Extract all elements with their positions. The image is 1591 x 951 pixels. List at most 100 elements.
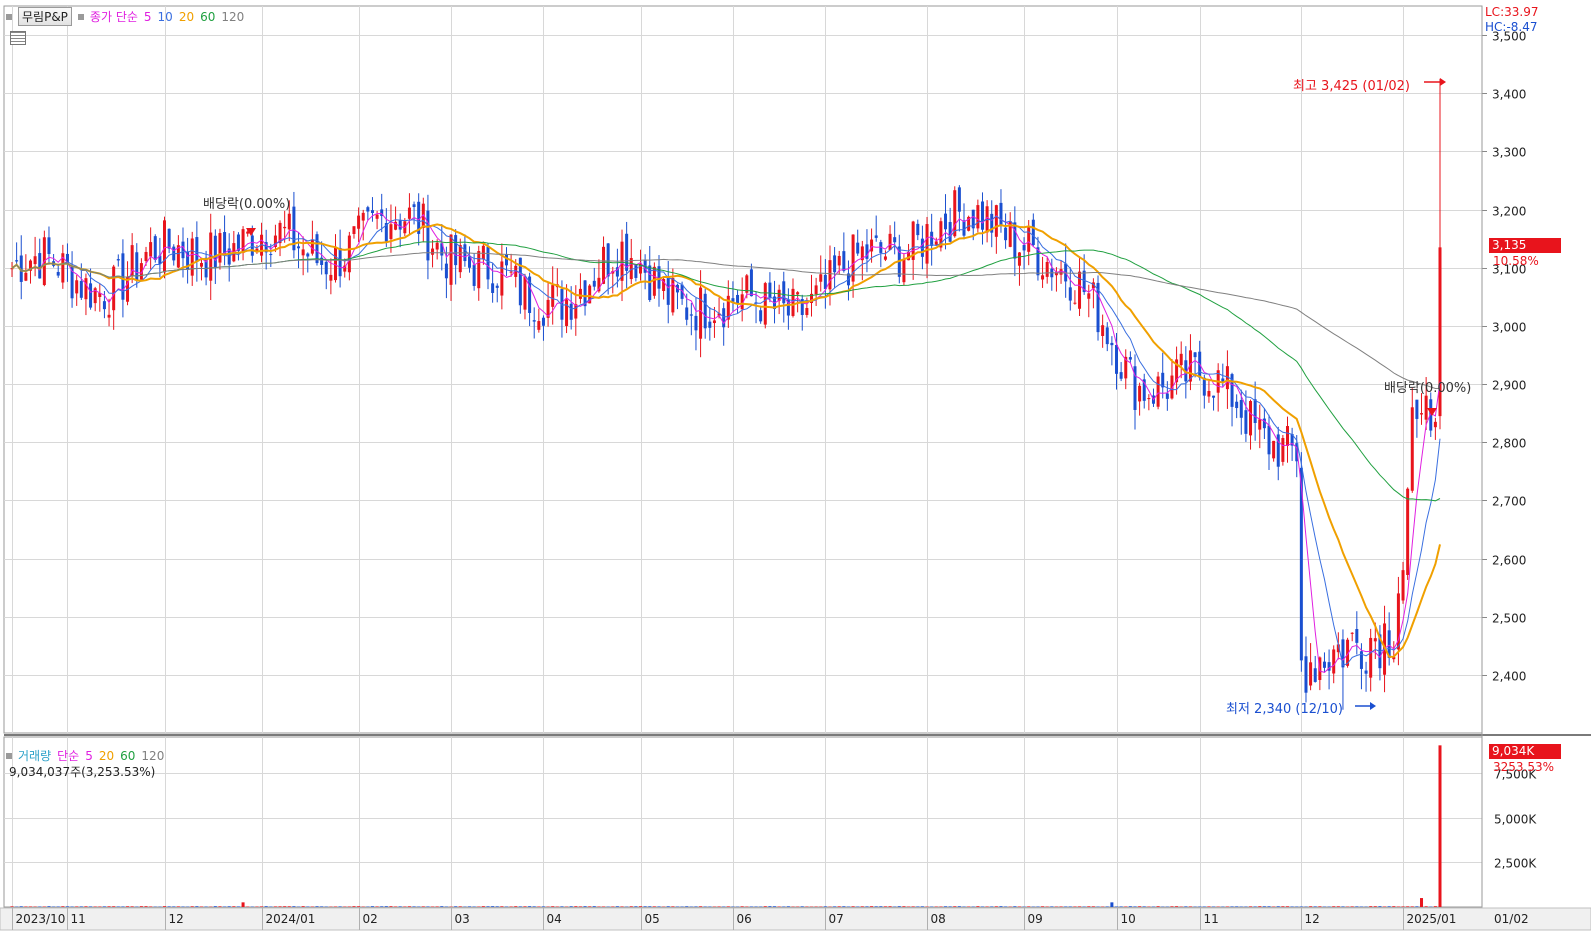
candle-body xyxy=(487,247,490,280)
candle-body xyxy=(84,278,87,299)
volume-bar xyxy=(1355,906,1358,907)
volume-bar xyxy=(316,906,319,907)
volume-bar xyxy=(218,906,221,907)
volume-bar xyxy=(1402,906,1405,907)
legend-grip-icon[interactable] xyxy=(6,753,12,759)
vol-ma-period-5[interactable]: 5 xyxy=(85,749,93,763)
volume-bar xyxy=(80,906,83,907)
volume-bar xyxy=(482,906,485,907)
candle-body xyxy=(242,229,245,253)
volume-bar xyxy=(172,906,175,907)
volume-bar xyxy=(648,906,651,907)
volume-tick-label: 5,000K xyxy=(1494,813,1537,827)
volume-bar xyxy=(528,906,531,907)
ma-period-120[interactable]: 120 xyxy=(221,10,244,24)
x-tick-label: 11 xyxy=(1204,912,1219,926)
volume-bar xyxy=(865,906,868,907)
vol-ma-period-60[interactable]: 60 xyxy=(120,749,135,763)
vol-ma-period-20[interactable]: 20 xyxy=(99,749,114,763)
stock-chart[interactable]: 2023/1011122024/010203040506070809101112… xyxy=(0,0,1591,948)
volume-bar xyxy=(884,906,887,907)
candle-body xyxy=(981,201,984,229)
candle-body xyxy=(625,234,628,271)
candle-body xyxy=(154,236,157,260)
data-table-icon[interactable] xyxy=(10,31,26,45)
ma-label: 종가 단순 xyxy=(90,8,138,25)
candle-body xyxy=(1425,396,1428,420)
candle-body xyxy=(750,269,753,296)
volume-bar xyxy=(357,906,360,907)
price-tick-label: 2,400 xyxy=(1492,670,1526,684)
volume-bar xyxy=(611,906,614,907)
candle-body xyxy=(667,278,670,305)
candle-body xyxy=(366,207,369,211)
volume-bar xyxy=(237,906,240,907)
volume-bar xyxy=(454,906,457,907)
candle-body xyxy=(551,285,554,307)
candle-body xyxy=(893,237,896,242)
candle-body xyxy=(579,289,582,299)
ma-period-20[interactable]: 20 xyxy=(179,10,194,24)
volume-bar xyxy=(371,906,374,907)
legend-grip-icon[interactable] xyxy=(78,14,84,20)
candle-body xyxy=(768,283,771,298)
candle-body xyxy=(80,281,83,298)
volume-bar xyxy=(514,906,517,907)
candle-body xyxy=(1415,400,1418,419)
volume-bar xyxy=(510,906,513,907)
price-pct: 10.58% xyxy=(1493,254,1539,268)
candle-body xyxy=(722,308,725,327)
candle-body xyxy=(1032,220,1035,245)
candle-body xyxy=(995,205,998,237)
candle-body xyxy=(884,256,887,259)
volume-bar xyxy=(487,906,490,907)
candle-body xyxy=(930,232,933,246)
volume-bar xyxy=(408,906,411,907)
volume-bar xyxy=(57,906,60,907)
candle-body xyxy=(1254,399,1257,423)
volume-bar xyxy=(953,906,956,907)
x-axis-strip xyxy=(0,908,1591,930)
volume-bar xyxy=(1143,906,1146,907)
candle-body xyxy=(963,220,966,235)
volume-bar xyxy=(496,906,499,907)
volume-bar xyxy=(1420,898,1423,907)
volume-bar xyxy=(949,906,952,907)
candle-body xyxy=(828,260,831,289)
candle-body xyxy=(926,224,929,264)
volume-bar xyxy=(879,906,882,907)
volume-pct: 3253.53% xyxy=(1493,760,1554,774)
candle-body xyxy=(1078,272,1081,309)
volume-bar xyxy=(861,906,864,907)
hc-readout: HC:-8.47 xyxy=(1485,21,1538,34)
volume-bar xyxy=(121,906,124,907)
symbol-button[interactable]: 무림P&P xyxy=(18,7,72,26)
volume-bar xyxy=(593,906,596,907)
volume-bar xyxy=(1129,906,1132,907)
ma-period-5[interactable]: 5 xyxy=(144,10,152,24)
candle-body xyxy=(1013,222,1016,258)
vol-ma-period-120[interactable]: 120 xyxy=(141,749,164,763)
volume-bar xyxy=(376,906,379,907)
ma-period-60[interactable]: 60 xyxy=(200,10,215,24)
volume-bar xyxy=(283,906,286,907)
volume-bar xyxy=(288,906,291,907)
price-tick-label: 3,000 xyxy=(1492,321,1526,335)
candle-body xyxy=(251,236,254,256)
candle-body xyxy=(1244,410,1247,434)
candle-body xyxy=(117,259,120,260)
candle-body xyxy=(214,236,217,267)
candle-body xyxy=(163,220,166,272)
candle-body xyxy=(685,307,688,319)
price-tick-label: 2,900 xyxy=(1492,379,1526,393)
dividend-annotation-2: 배당락(0.00%) xyxy=(1384,377,1471,396)
legend-grip-icon[interactable] xyxy=(6,14,12,20)
high-annotation: 최고 3,425 (01/02) xyxy=(1293,75,1410,94)
volume-bar xyxy=(1050,906,1053,907)
candle-body xyxy=(1402,570,1405,600)
candle-body xyxy=(1194,352,1197,357)
volume-bar xyxy=(768,906,771,907)
ma-period-10[interactable]: 10 xyxy=(158,10,173,24)
volume-bar xyxy=(958,906,961,907)
volume-bar xyxy=(292,906,295,907)
